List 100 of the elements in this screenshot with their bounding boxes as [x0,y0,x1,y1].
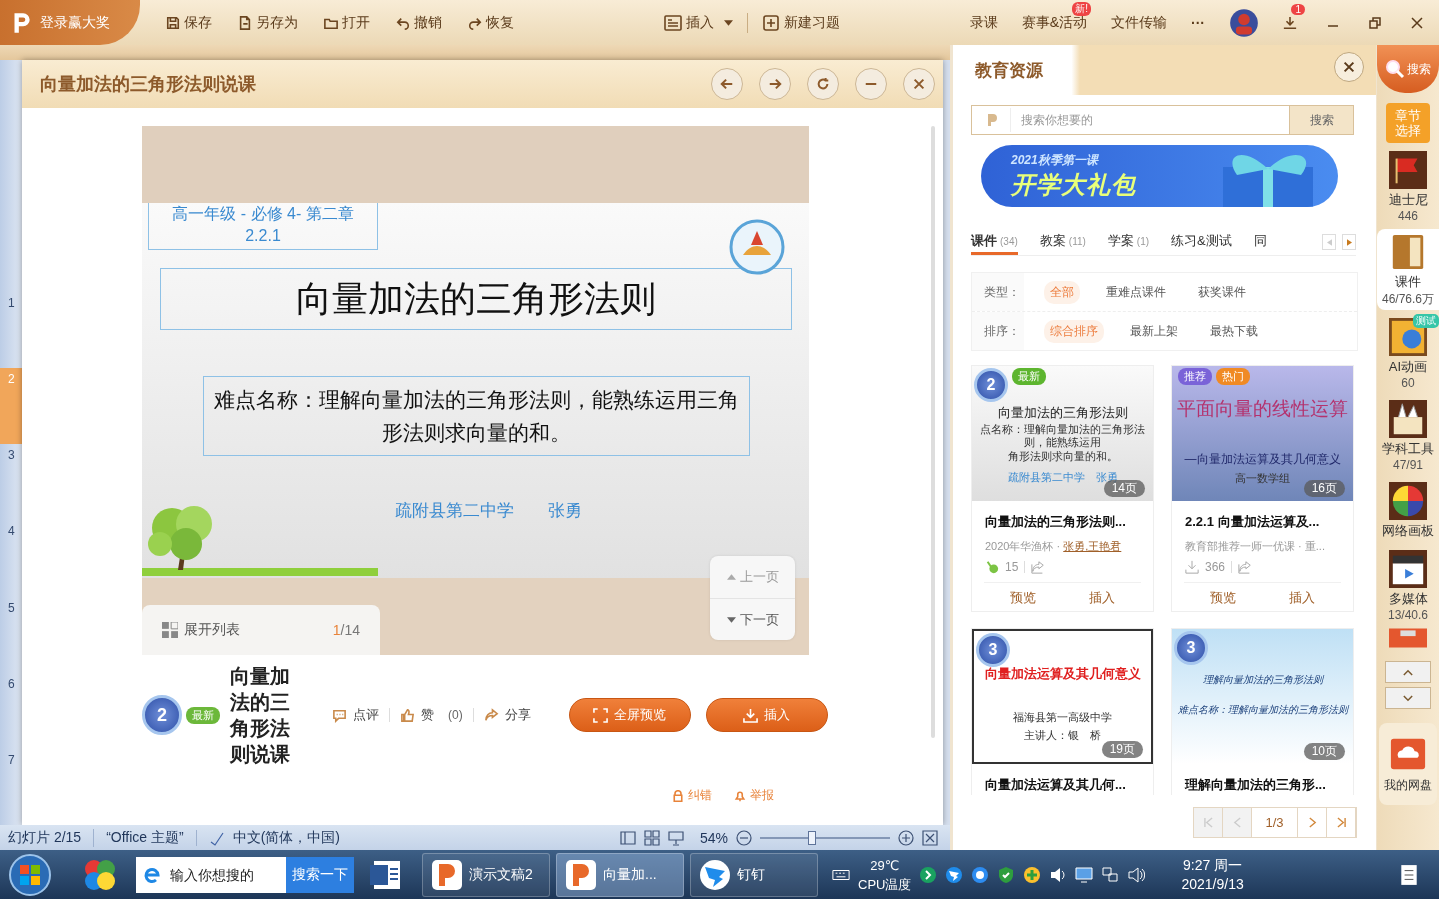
slide-thumbnail[interactable]: 6 [0,672,22,749]
card-action-button[interactable]: 插入 [1062,589,1141,607]
zoom-out-icon[interactable] [736,829,752,846]
sidebar-item[interactable]: 多媒体 13/40.6 [1377,546,1439,624]
search-field[interactable]: 输入你想搜的 [136,856,286,893]
sidebar-item[interactable]: 学科工具 47/91 [1377,396,1439,474]
slide-thumbnail[interactable]: 5 [0,596,22,673]
author-link[interactable]: 张勇,王艳君 [1063,540,1122,552]
taskbar-item[interactable]: 向量加... [556,852,684,897]
expand-list-button[interactable]: 展开列表 [162,621,240,639]
taskbar-item[interactable]: 钉钉 [690,852,818,897]
cloud-disk-button[interactable]: 我的网盘 [1379,723,1437,805]
sidebar-item[interactable]: AI动画 60 测试 [1377,314,1439,392]
category-tab[interactable]: 练习&测试 [1171,229,1232,255]
restore-icon[interactable] [1369,16,1381,29]
close-icon[interactable] [1411,16,1423,29]
slide-thumbnail[interactable]: 1 [0,292,22,369]
slide-thumbnail[interactable]: 3 [0,444,22,521]
insert-menu-button[interactable]: 插入 [664,13,733,32]
theme-name: “Office 主题” [93,828,196,847]
search-field[interactable]: 搜索你想要的 搜索 [971,105,1354,135]
monitor-icon[interactable] [1075,865,1094,884]
filter-option[interactable]: 获奖课件 [1192,280,1252,304]
header-link[interactable]: 录课 [969,13,998,32]
card-action-button[interactable]: 插入 [1262,589,1341,607]
search-input[interactable]: 搜索你想要的 [1010,108,1289,132]
shield-icon[interactable] [997,865,1016,884]
next-page-button[interactable]: 下一页 [710,598,795,640]
chat-icon[interactable] [971,865,990,884]
action-link[interactable]: 赞 (0) [400,706,463,724]
toolbar-button[interactable]: 打开 [324,13,370,32]
speaker-icon[interactable] [1049,865,1068,884]
filter-option[interactable]: 最新上架 [1124,319,1184,343]
bird-icon[interactable] [945,865,964,884]
category-tab[interactable]: 学案 (1) [1107,229,1150,255]
card-action-button[interactable]: 预览 [984,589,1063,607]
plus-icon[interactable] [1023,865,1042,884]
header-link[interactable]: 文件传输 [1111,13,1167,32]
toolbar-button[interactable]: 恢复 [468,13,514,32]
zoom-in-icon[interactable] [898,829,914,846]
avatar-icon[interactable] [1229,7,1259,38]
slide-thumbnail[interactable]: 4 [0,520,22,597]
resource-card[interactable]: 平面向量的线性运算 —向量加法运算及其几何意义 高一数学组 16页 推荐 热门 2.2.1 向量加法运算及... 教育部推荐一师一优课 · 重... 366 预览 插入 [1171,365,1354,612]
clipboard-icon[interactable] [1389,628,1427,648]
more-button[interactable]: ··· [1191,14,1205,31]
school-name: 疏附县第二中学 [395,500,514,522]
triangle-left-icon [1326,238,1332,246]
toolbar-button[interactable]: 保存 [166,13,212,32]
sidebar-item[interactable]: 课件 46/76.6万 [1377,229,1439,310]
language: 中文(简体，中国) [232,828,341,847]
resource-card[interactable]: 理解向量加法的三角形法则 难点名称：理解向量加法的三角形法则 10页 3 理解向量加法的三角形... [1171,628,1354,795]
close-button[interactable] [1334,52,1364,82]
sidebar-item[interactable]: 迪士尼 446 [1377,147,1439,225]
close-button[interactable] [903,68,935,100]
slide-thumbnail[interactable]: 7 [0,748,22,825]
scroll-right-button[interactable] [1342,234,1356,250]
toolbar-button[interactable]: 另存为 [238,13,298,32]
search-button[interactable]: 搜索一下 [286,856,354,893]
thumbnail-text: 福海县第一高级中学 [1013,710,1112,725]
filter-option[interactable]: 最热下载 [1204,319,1264,343]
spell-check-icon[interactable] [195,829,225,846]
search-button[interactable]: 搜索 [1289,106,1353,134]
panel-title: 教育资源 [975,59,1043,82]
taskbar-item[interactable]: 演示文稿2 [422,852,550,897]
start-button[interactable] [8,852,52,897]
normal-view-icon[interactable] [619,829,636,846]
clock-time: 9:27 周一 [1183,855,1243,875]
slideshow-icon[interactable] [667,829,684,846]
resource-card[interactable]: 向量加法运算及其几何意义 福海县第一高级中学 主讲人：银 桥 19页 3 向量加法运算及其几何... [971,628,1154,795]
download-icon[interactable] [1283,15,1297,30]
clock-date: 2021/9/13 [1181,874,1244,894]
document-icon [238,15,252,30]
category-tab[interactable]: 教案 (11) [1039,229,1086,255]
refresh-button[interactable] [807,68,839,100]
resource-card[interactable]: 向量加法的三角形法则 点名称：理解向量加法的三角形法则，能熟练运用 角形法则求向量的和。 疏附县第二中学 张勇 14页 2 最新 向量加法的三角形法则... 2020年华渔杯 · 张勇,王艳君 15 预览 插入 [971,365,1154,612]
scrollbar[interactable] [931,126,935,738]
grid-view-icon[interactable] [643,829,660,846]
action-link[interactable]: 分享 [483,706,531,724]
action-link[interactable]: 点评 [332,706,379,724]
tag: 最新 [1012,368,1046,385]
notification-icon[interactable] [1399,863,1419,886]
card-action-button[interactable]: 预览 [1184,589,1263,607]
filter-option[interactable]: 重难点课件 [1100,280,1172,304]
category-tab[interactable]: 课件 (34) [971,229,1018,255]
arrow-left-icon [720,77,734,91]
forward-button[interactable] [759,68,791,100]
new-exercise-button[interactable]: 新建习题 [762,13,840,32]
sidebar-item[interactable]: 网络画板 [1377,478,1439,542]
tag: 最新 [186,706,220,724]
thumbnail-text: 向量加法运算及其几何意义 [984,665,1141,683]
card-source: 2020年华渔杯 · [985,540,1062,552]
back-button[interactable] [711,68,743,100]
volume-icon[interactable] [1127,865,1146,884]
add-icon [762,14,780,31]
promo-banner[interactable]: 2021秋季第一课 开学大礼包 [981,145,1338,207]
toolbar-button[interactable]: 撤销 [396,13,442,32]
fit-window-icon[interactable] [922,829,938,846]
category-tab[interactable]: 同 [1253,229,1267,255]
network-icon[interactable] [1101,865,1120,884]
header-link[interactable]: 赛事&活动 [1021,13,1087,32]
